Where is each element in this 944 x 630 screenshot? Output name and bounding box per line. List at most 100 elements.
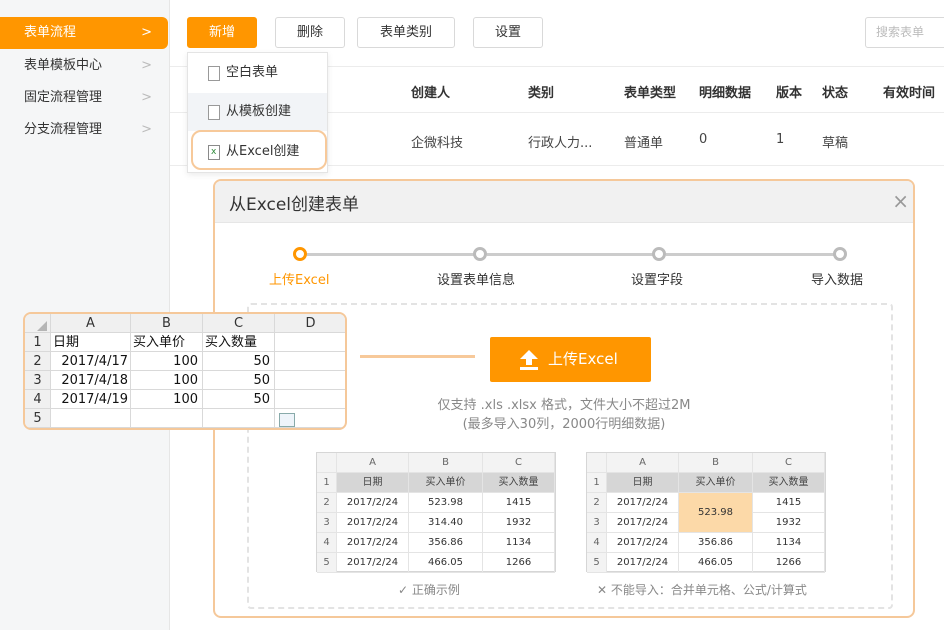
row-number: 4 [25, 390, 51, 409]
row-number: 5 [587, 553, 607, 573]
correct-sample-table: A B C 1 2 3 4 5 日期 买入单价 买入数量 2017/2/24 523.98 1415 201… [316, 452, 556, 573]
data-cell [275, 371, 345, 390]
sidebar-item-template-center[interactable]: 表单模板中心 > [0, 50, 168, 82]
data-cell: 2017/2/24 [607, 493, 679, 513]
data-cell: 1266 [483, 553, 555, 573]
data-cell [275, 352, 345, 371]
data-cell: 1415 [483, 493, 555, 513]
header-cell: 买入单价 [409, 473, 483, 493]
data-cell: 2017/2/24 [607, 553, 679, 573]
row-number: 2 [587, 493, 607, 513]
step-connector [666, 253, 840, 256]
column-letter: B [131, 314, 203, 333]
form-category-button[interactable]: 表单类别 [357, 17, 455, 48]
data-cell: 1134 [483, 533, 555, 553]
app-root: 表单流程 > 表单模板中心 > 固定流程管理 > 分支流程管理 > 新增 删除 … [0, 0, 944, 630]
menu-item-blank-form[interactable]: 空白表单 [188, 54, 327, 92]
column-header-creator: 创建人 [411, 86, 451, 101]
paste-options-icon[interactable] [279, 413, 295, 427]
data-cell [275, 390, 345, 409]
row-number: 4 [317, 533, 337, 553]
upload-excel-button[interactable]: 上传Excel [490, 337, 651, 382]
menu-item-from-template[interactable]: 从模板创建 [188, 93, 327, 131]
header-cell: 买入单价 [679, 473, 753, 493]
chevron-right-icon: > [141, 90, 152, 105]
data-cell: 466.05 [409, 553, 483, 573]
header-cell: 买入数量 [483, 473, 555, 493]
column-letter: A [337, 453, 409, 473]
data-cell: 50 [203, 352, 275, 371]
cell-category: 行政人力... [528, 136, 593, 151]
sidebar-item-label: 表单模板中心 [24, 58, 103, 73]
callout-connector [360, 355, 475, 358]
column-letter: B [409, 453, 483, 473]
modal-header: 从Excel创建表单 × [215, 181, 913, 223]
data-cell: 50 [203, 371, 275, 390]
column-header-category: 类别 [528, 86, 555, 101]
header-cell: 买入数量 [203, 333, 275, 352]
header-cell [275, 333, 345, 352]
data-cell [203, 409, 275, 428]
header-cell: 买入数量 [753, 473, 825, 493]
column-header-version: 版本 [776, 86, 803, 101]
cell-version: 1 [776, 132, 785, 147]
sidebar-item-label: 分支流程管理 [24, 122, 103, 137]
upload-button-label: 上传Excel [548, 350, 618, 368]
sidebar-item-branch-process[interactable]: 分支流程管理 > [0, 114, 168, 146]
data-cell: 100 [131, 352, 203, 371]
chevron-right-icon: > [141, 25, 152, 40]
header-cell: 日期 [51, 333, 131, 352]
step-dot-import [833, 247, 847, 261]
cell-form-type: 普通单 [624, 136, 664, 151]
delete-button[interactable]: 删除 [275, 17, 345, 48]
row-number: 3 [25, 371, 51, 390]
excel-option-highlight-ring [191, 130, 327, 170]
data-cell: 2017/4/17 [51, 352, 131, 371]
add-button[interactable]: 新增 [187, 17, 257, 48]
header-cell: 日期 [607, 473, 679, 493]
sidebar-item-fixed-process[interactable]: 固定流程管理 > [0, 82, 168, 114]
row-number: 3 [317, 513, 337, 533]
cell-creator: 企微科技 [411, 136, 464, 151]
data-cell: 2017/2/24 [337, 513, 409, 533]
select-all-icon[interactable] [37, 321, 47, 331]
excel-preview-popout: A B C D 1 2 3 4 5 日期 买入单价 买入数量 2017/4/17 100 50 2017/4/… [23, 312, 347, 430]
settings-button[interactable]: 设置 [473, 17, 543, 48]
data-cell: 2017/2/24 [337, 533, 409, 553]
corner-cell [587, 453, 607, 473]
data-cell: 356.86 [679, 533, 753, 553]
data-cell [131, 409, 203, 428]
close-icon[interactable]: × [892, 189, 909, 213]
corner-cell [317, 453, 337, 473]
data-cell: 100 [131, 390, 203, 409]
row-number: 1 [587, 473, 607, 493]
row-number: 4 [587, 533, 607, 553]
step-dot-fields [652, 247, 666, 261]
data-cell: 1932 [753, 513, 825, 533]
list-document-icon [208, 105, 220, 120]
data-cell: 100 [131, 371, 203, 390]
data-cell: 2017/4/19 [51, 390, 131, 409]
row-number: 3 [587, 513, 607, 533]
column-letter: D [275, 314, 345, 333]
data-cell: 2017/2/24 [337, 553, 409, 573]
step-label-import: 导入数据 [811, 273, 864, 288]
data-cell: 1415 [753, 493, 825, 513]
column-letter: A [607, 453, 679, 473]
column-letter: C [483, 453, 555, 473]
data-cell: 2017/4/18 [51, 371, 131, 390]
column-header-valid-time: 有效时间 [883, 86, 936, 101]
step-label-form-info: 设置表单信息 [437, 273, 516, 288]
column-header-status: 状态 [822, 86, 849, 101]
column-header-form-type: 表单类型 [624, 86, 677, 101]
column-letter: C [203, 314, 275, 333]
invalid-sample-table: A B C 1 2 3 4 5 日期 买入单价 买入数量 2017/2/24 2017/2/24 2017… [586, 452, 826, 573]
upload-arrow-icon [520, 350, 538, 370]
modal-title: 从Excel创建表单 [229, 195, 360, 215]
search-input[interactable]: 搜索表单 [865, 17, 944, 48]
data-cell: 50 [203, 390, 275, 409]
sidebar-item-form-process[interactable]: 表单流程 > [0, 17, 168, 49]
data-cell: 356.86 [409, 533, 483, 553]
chevron-right-icon: > [141, 122, 152, 137]
data-cell: 466.05 [679, 553, 753, 573]
